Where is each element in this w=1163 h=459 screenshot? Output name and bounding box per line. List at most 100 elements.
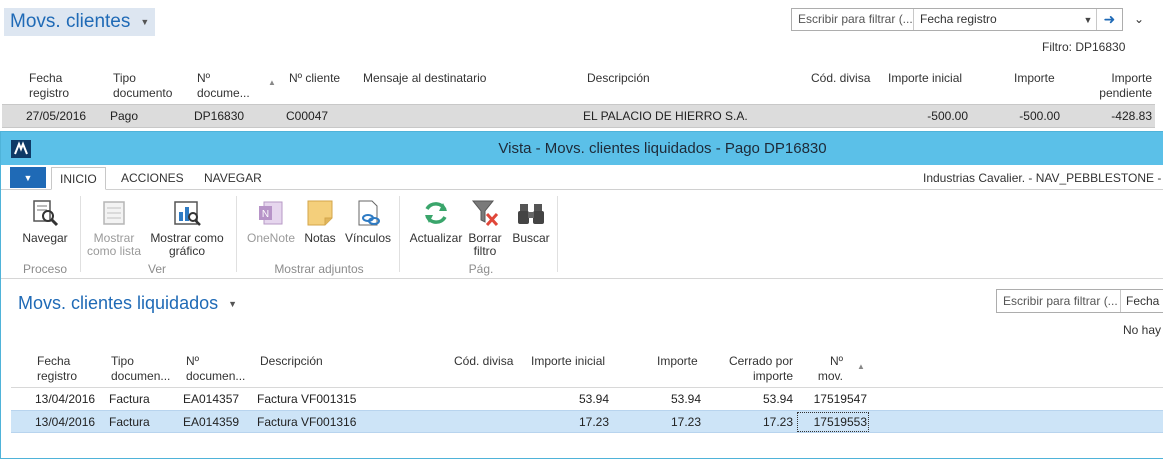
column-header[interactable]: Cód. divisa: [454, 354, 513, 369]
table-row-selected[interactable]: 13/04/2016 Factura EA014359 Factura VF00…: [11, 410, 1163, 433]
ribbon-tabs: ▼ INICIO ACCIONES NAVEGAR Industrias Cav…: [1, 165, 1163, 190]
column-header[interactable]: Importe: [1014, 71, 1055, 86]
mostrar-grafico-label: Mostrar como gráfico: [150, 231, 224, 258]
borrar-filtro-label: Borrar filtro: [468, 231, 502, 258]
column-header[interactable]: Tipo documen...: [111, 354, 177, 384]
mostrar-grafico-button[interactable]: Mostrar como gráfico: [147, 198, 227, 258]
filter-status: No hay: [1123, 323, 1162, 337]
subpage-title[interactable]: Movs. clientes liquidados ▼: [18, 293, 237, 314]
actualizar-button[interactable]: Actualizar: [408, 198, 464, 245]
cell-importe-inicial: 17.23: [578, 415, 609, 429]
cell-fecha: 13/04/2016: [35, 392, 96, 406]
column-header[interactable]: Mensaje al destinatario: [363, 71, 486, 86]
column-header[interactable]: Cód. divisa: [811, 71, 870, 86]
onenote-label: OneNote: [246, 231, 296, 245]
expand-chevron-icon[interactable]: ⌄: [1134, 12, 1144, 26]
vinculos-label: Vínculos: [344, 231, 392, 245]
filter-input[interactable]: Escribir para filtrar (...: [792, 9, 914, 30]
arrow-right-icon[interactable]: ➜: [1096, 9, 1122, 30]
onenote-button[interactable]: N OneNote: [244, 198, 298, 245]
chevron-down-icon[interactable]: ▼: [228, 299, 237, 309]
column-header[interactable]: Nº documen...: [186, 354, 252, 384]
cell-fecha: 27/05/2016: [26, 109, 87, 123]
cell-fecha: 13/04/2016: [35, 415, 96, 429]
cell-tipo: Pago: [110, 109, 139, 123]
filter-box[interactable]: Escribir para filtrar (... Fecha registr…: [791, 8, 1123, 31]
cell-mov: 17519547: [813, 392, 867, 406]
links-icon: [358, 200, 380, 226]
chevron-down-icon[interactable]: ▼: [140, 17, 149, 27]
cell-descripcion: EL PALACIO DE HIERRO S.A.: [583, 109, 748, 123]
filter-summary: Filtro: DP16830: [1042, 40, 1126, 54]
sort-ascending-icon: ▲: [857, 362, 865, 371]
borrar-filtro-button[interactable]: Borrar filtro: [467, 198, 503, 258]
window-titlebar[interactable]: Vista - Movs. clientes liquidados - Pago…: [1, 132, 1163, 165]
mostrar-lista-button[interactable]: Mostrar como lista: [85, 198, 143, 258]
navigate-icon: [33, 200, 59, 227]
page-title[interactable]: Movs. clientes ▼: [4, 8, 156, 36]
refresh-icon: [425, 202, 447, 224]
tab-navegar[interactable]: NAVEGAR: [196, 167, 270, 190]
navegar-label: Navegar: [22, 231, 68, 245]
cell-descripcion: Factura VF001315: [257, 392, 357, 406]
cell-mov: 17519553: [813, 415, 867, 429]
clear-filter-icon: [471, 200, 499, 227]
cell-importe-pendiente: -428.83: [1111, 109, 1152, 123]
subpage-filter-box[interactable]: Escribir para filtrar (... Fecha r: [996, 289, 1163, 313]
column-header[interactable]: Importe pendiente: [1092, 71, 1152, 101]
cell-tipo: Factura: [109, 392, 150, 406]
group-separator: [80, 196, 81, 272]
table-row[interactable]: 27/05/2016 Pago DP16830 C00047 EL PALACI…: [2, 104, 1155, 128]
cell-importe-inicial: 53.94: [578, 392, 609, 406]
column-header[interactable]: Tipo documento: [113, 71, 183, 101]
column-header[interactable]: Nº docume...: [197, 71, 255, 101]
binoculars-icon: [518, 204, 544, 224]
sort-ascending-icon: ▲: [268, 78, 276, 87]
tab-acciones[interactable]: ACCIONES: [113, 167, 192, 190]
chart-view-icon: [174, 201, 201, 226]
group-label-ver: Ver: [147, 262, 166, 276]
column-header[interactable]: Nº cliente: [289, 71, 340, 86]
notas-button[interactable]: Notas: [301, 198, 339, 245]
notes-icon: [307, 200, 333, 226]
group-separator: [557, 196, 558, 272]
cell-descripcion: Factura VF001316: [257, 415, 357, 429]
cell-cerrado: 17.23: [762, 415, 793, 429]
column-header[interactable]: Importe inicial: [888, 71, 962, 86]
buscar-button[interactable]: Buscar: [510, 198, 552, 245]
buscar-label: Buscar: [512, 231, 550, 245]
table-row[interactable]: 13/04/2016 Factura EA014357 Factura VF00…: [11, 387, 1163, 410]
page-title-text: Movs. clientes: [10, 11, 131, 32]
list-view-icon: [103, 201, 125, 225]
cell-documento: DP16830: [194, 109, 245, 123]
column-header[interactable]: Descripción: [260, 354, 323, 369]
application-menu-button[interactable]: ▼: [10, 167, 46, 188]
subpage-filter-input[interactable]: Escribir para filtrar (...: [997, 290, 1121, 312]
cell-importe: -500.00: [1019, 109, 1060, 123]
tab-inicio[interactable]: INICIO: [51, 167, 106, 190]
mostrar-lista-label: Mostrar como lista: [86, 231, 142, 258]
column-header[interactable]: Importe: [657, 354, 698, 369]
cell-cliente: C00047: [286, 109, 329, 123]
view-window: Vista - Movs. clientes liquidados - Pago…: [0, 131, 1163, 459]
navegar-button[interactable]: Navegar: [17, 198, 73, 245]
ribbon: Navegar Proceso Mostrar como lista Mostr…: [1, 190, 1163, 279]
onenote-icon: N: [259, 201, 283, 225]
company-name: Industrias Cavalier. - NAV_PEBBLESTONE -…: [923, 171, 1163, 185]
column-header[interactable]: Importe inicial: [531, 354, 605, 369]
cell-documento: EA014357: [183, 392, 240, 406]
subpage-filter-field[interactable]: Fecha r: [1121, 290, 1163, 312]
filter-field-select[interactable]: Fecha registro: [914, 9, 1080, 30]
cell-importe-inicial: -500.00: [927, 109, 968, 123]
chevron-down-icon[interactable]: ▼: [1080, 15, 1096, 25]
vinculos-button[interactable]: Vínculos: [342, 198, 394, 245]
group-label-proceso: Proceso: [22, 262, 68, 276]
column-header[interactable]: Descripción: [587, 71, 650, 86]
column-header[interactable]: Nº mov.: [813, 354, 843, 384]
group-label-pag: Pág.: [468, 262, 494, 276]
column-header[interactable]: Cerrado por importe: [725, 354, 793, 384]
cell-tipo: Factura: [109, 415, 150, 429]
column-header[interactable]: Fecha registro: [29, 71, 99, 101]
cell-importe: 17.23: [670, 415, 701, 429]
column-header[interactable]: Fecha registro: [37, 354, 97, 384]
